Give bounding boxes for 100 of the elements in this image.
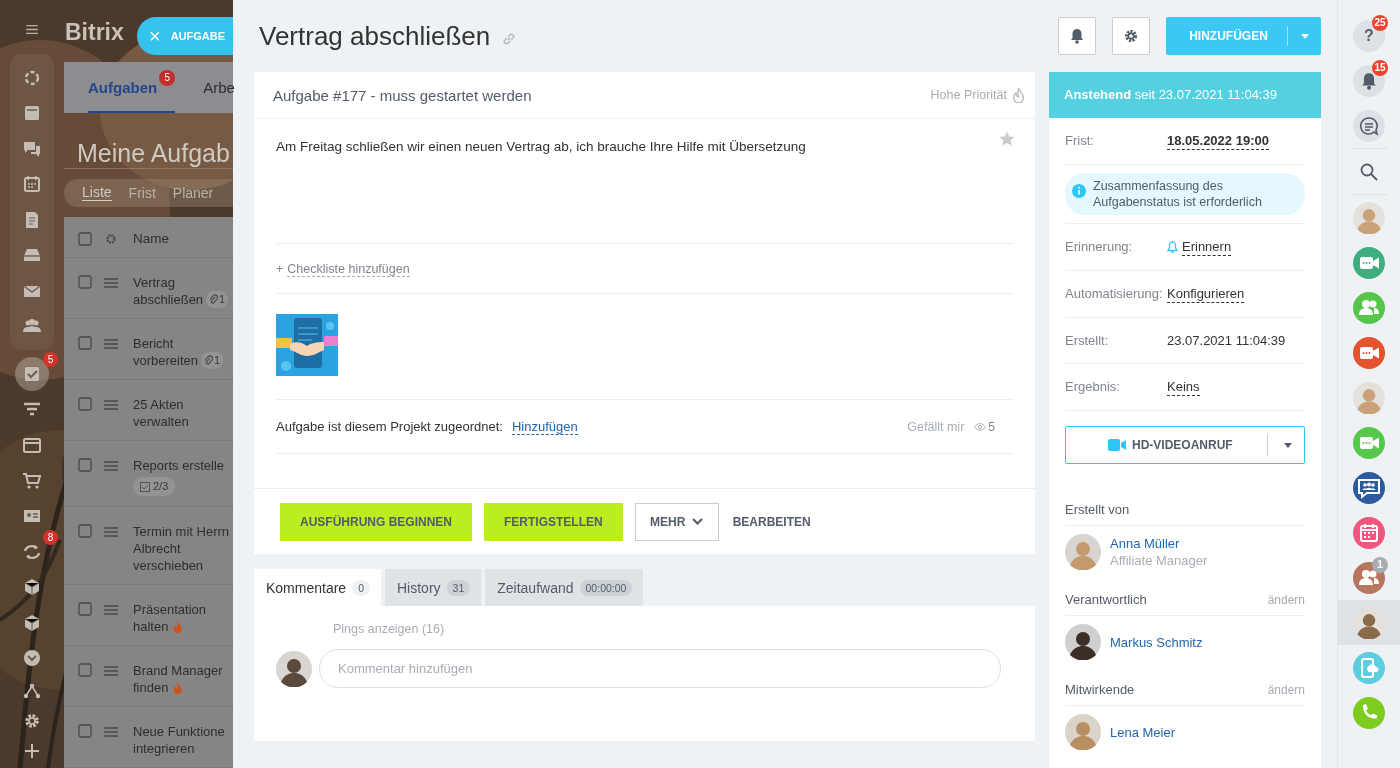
person-link[interactable]: Lena Meier <box>1110 723 1176 741</box>
bell-icon[interactable] <box>1353 64 1385 97</box>
task-title[interactable]: Präsentation <box>133 601 206 618</box>
user-avatar[interactable] <box>1353 201 1385 234</box>
change-link[interactable]: ändern <box>1267 682 1305 697</box>
count-badge: 5 <box>159 70 176 86</box>
video-camera-icon[interactable] <box>1353 246 1385 279</box>
task-title[interactable]: integrieren <box>133 740 195 757</box>
flame-icon[interactable] <box>1013 87 1024 103</box>
person-link[interactable]: Markus Schmitz <box>1110 633 1203 651</box>
field-link[interactable]: Keins <box>1167 379 1200 396</box>
task-title[interactable]: abschließen <box>133 291 204 308</box>
add-checklist-link[interactable]: + Checkliste hinzufügen <box>276 261 410 276</box>
more-button[interactable]: MEHR <box>634 502 719 541</box>
menu-icon[interactable] <box>23 25 41 34</box>
field-link[interactable]: 18.05.2022 19:00 <box>1167 133 1269 150</box>
drag-handle-icon[interactable] <box>104 278 118 288</box>
video-camera-icon[interactable] <box>1353 336 1385 369</box>
checkbox[interactable] <box>78 336 92 350</box>
task-title[interactable]: Neue Funktione <box>133 723 225 740</box>
star-icon[interactable] <box>999 131 1015 147</box>
video-camera-icon[interactable] <box>1353 426 1385 459</box>
action-button[interactable]: AUSFÜHRUNG BEGINNEN <box>280 502 472 541</box>
count-badge: 00:00:00 <box>579 579 633 596</box>
task-title[interactable]: finden <box>133 679 169 696</box>
count-badge: 15 <box>1372 60 1388 76</box>
task-description: Am Freitag schließen wir einen neuen Vertrag ab, ich brauche Ihre Hilfe mit Übersetzung <box>276 139 807 154</box>
action-button[interactable]: FERTIGSTELLEN <box>484 502 623 541</box>
brand-name: Bitrix <box>64 18 125 47</box>
section-heading: Erstellt von <box>1065 502 1130 517</box>
checkbox[interactable] <box>78 397 92 411</box>
column-header[interactable]: Name <box>133 231 169 246</box>
edit-link[interactable]: BEARBEITEN <box>730 514 813 529</box>
task-title[interactable]: halten <box>133 618 169 635</box>
checkbox[interactable] <box>78 232 92 246</box>
view-tab[interactable]: Frist <box>128 184 156 201</box>
checkbox[interactable] <box>78 602 92 616</box>
drag-handle-icon[interactable] <box>104 461 118 471</box>
checkbox[interactable] <box>78 663 92 677</box>
tab[interactable]: Zeitaufwand 00:00:00 <box>485 569 644 606</box>
drag-handle-icon[interactable] <box>104 400 118 410</box>
video-camera-icon[interactable] <box>1108 439 1126 451</box>
task-title[interactable]: verschieben <box>133 557 204 574</box>
search-icon[interactable] <box>1360 162 1378 181</box>
settings-icon[interactable] <box>1123 28 1139 44</box>
calendar-icon[interactable] <box>1353 516 1385 549</box>
view-tab[interactable]: Planer <box>172 184 214 201</box>
drag-handle-icon[interactable] <box>104 727 118 737</box>
settings-button[interactable] <box>1112 17 1150 55</box>
checkbox[interactable] <box>78 275 92 289</box>
task-title[interactable]: Bericht <box>133 335 174 352</box>
caret-icon[interactable] <box>1284 442 1292 448</box>
change-link[interactable]: ändern <box>1267 592 1305 607</box>
checkbox[interactable] <box>78 724 92 738</box>
chevron-down-icon[interactable] <box>692 518 704 525</box>
close-tab-button[interactable]: × AUFGABE <box>137 17 233 55</box>
task-title[interactable]: Vertrag <box>133 274 175 291</box>
chat-list-icon[interactable] <box>1353 109 1385 142</box>
bell-button[interactable] <box>1058 17 1096 55</box>
tab[interactable]: Kommentare 0 <box>254 569 381 606</box>
add-button[interactable]: HINZUFÜGEN <box>1166 17 1321 55</box>
tab[interactable]: History 31 <box>385 569 482 606</box>
people-icon[interactable] <box>1353 291 1385 324</box>
video-call-button[interactable]: HD-VIDEOANRUF <box>1065 426 1305 464</box>
field-link[interactable]: Konfigurieren <box>1167 286 1245 303</box>
person-link[interactable]: Anna Müller <box>1110 535 1208 552</box>
task-title[interactable]: Brand Manager <box>133 662 223 679</box>
task-title[interactable]: Termin mit Herrn <box>133 523 230 540</box>
pings-link[interactable]: Pings anzeigen (16) <box>333 622 1001 636</box>
task-title[interactable]: 25 Akten <box>133 396 184 413</box>
drag-handle-icon[interactable] <box>104 527 118 537</box>
field-label: Erinnerung: <box>1065 239 1134 255</box>
task-title[interactable]: Reports erstelle <box>133 457 225 474</box>
task-title[interactable]: verwalten <box>133 413 189 430</box>
drag-handle-icon[interactable] <box>104 339 118 349</box>
user-avatar[interactable] <box>1353 381 1385 414</box>
section-heading: Verantwortlich <box>1065 592 1147 607</box>
add-project-link[interactable]: Hinzufügen <box>511 418 578 435</box>
checkbox[interactable] <box>78 524 92 538</box>
drag-handle-icon[interactable] <box>104 605 118 615</box>
view-tab[interactable]: Liste <box>82 184 112 202</box>
view-count: 5 <box>974 419 995 434</box>
count-badge: 25 <box>1372 15 1388 31</box>
checkbox[interactable] <box>78 458 92 472</box>
group-chat-icon[interactable] <box>1353 471 1385 504</box>
user-avatar[interactable] <box>1353 606 1385 639</box>
like-link[interactable]: Gefällt mir <box>907 419 965 434</box>
count-badge: 1 <box>1372 557 1388 573</box>
people-icon[interactable] <box>1353 561 1385 594</box>
task-title[interactable]: vorbereiten <box>133 352 199 369</box>
comment-field[interactable]: Kommentar hinzufügen <box>319 649 1001 688</box>
phone-icon[interactable] <box>1353 696 1385 729</box>
bell-icon[interactable] <box>1070 28 1084 44</box>
task-icon[interactable] <box>15 357 49 391</box>
paperclip-icon <box>209 294 219 305</box>
task-title[interactable]: Albrecht <box>133 540 181 557</box>
drag-handle-icon[interactable] <box>104 666 118 676</box>
field-link[interactable]: Erinnern <box>1182 239 1232 256</box>
tab[interactable]: Aufgaben 5 <box>88 62 176 113</box>
priority-label[interactable]: Hohe Priorität <box>930 88 1007 102</box>
